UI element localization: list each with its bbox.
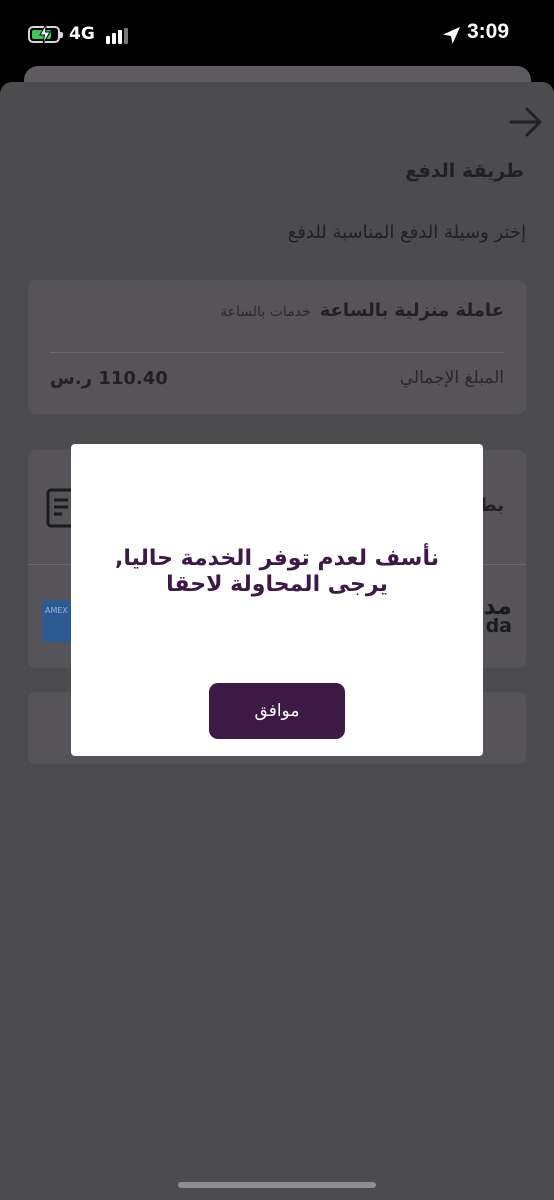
service-type: خدمات بالساعة — [220, 304, 311, 320]
bolt-icon — [39, 24, 51, 44]
network-type: 4G — [69, 24, 95, 44]
page-subtitle: إختر وسيلة الدفع المناسبة للدفع — [287, 222, 526, 243]
service-name: عاملة منزلية بالساعة — [319, 300, 504, 321]
battery-charging-icon — [28, 24, 63, 44]
home-indicator — [178, 1182, 376, 1188]
mada-logo-ar: مد — [483, 592, 512, 620]
dialog-message: نأسف لعدم توفر الخدمة حاليا, يرجى المحاو… — [115, 546, 439, 597]
signal-strength-icon — [106, 28, 128, 44]
total-amount: 110.40 ر.س — [50, 368, 168, 389]
back-arrow-icon[interactable] — [509, 106, 543, 138]
total-label: المبلغ الإجمالي — [399, 368, 504, 388]
mada-logo: مد da — [483, 592, 512, 637]
service-line: عاملة منزلية بالساعة خدمات بالساعة — [220, 300, 504, 321]
clock: 3:09 — [467, 20, 510, 43]
mada-logo-en: da — [485, 615, 512, 637]
ok-button[interactable]: موافق — [209, 683, 345, 739]
page-title: طريقة الدفع — [405, 160, 524, 182]
error-dialog: نأسف لعدم توفر الخدمة حاليا, يرجى المحاو… — [71, 444, 483, 756]
order-summary-card: عاملة منزلية بالساعة خدمات بالساعة المبل… — [28, 280, 526, 414]
status-bar: 4G 3:09 — [0, 0, 554, 70]
location-arrow-icon — [443, 27, 460, 44]
divider — [50, 352, 504, 353]
